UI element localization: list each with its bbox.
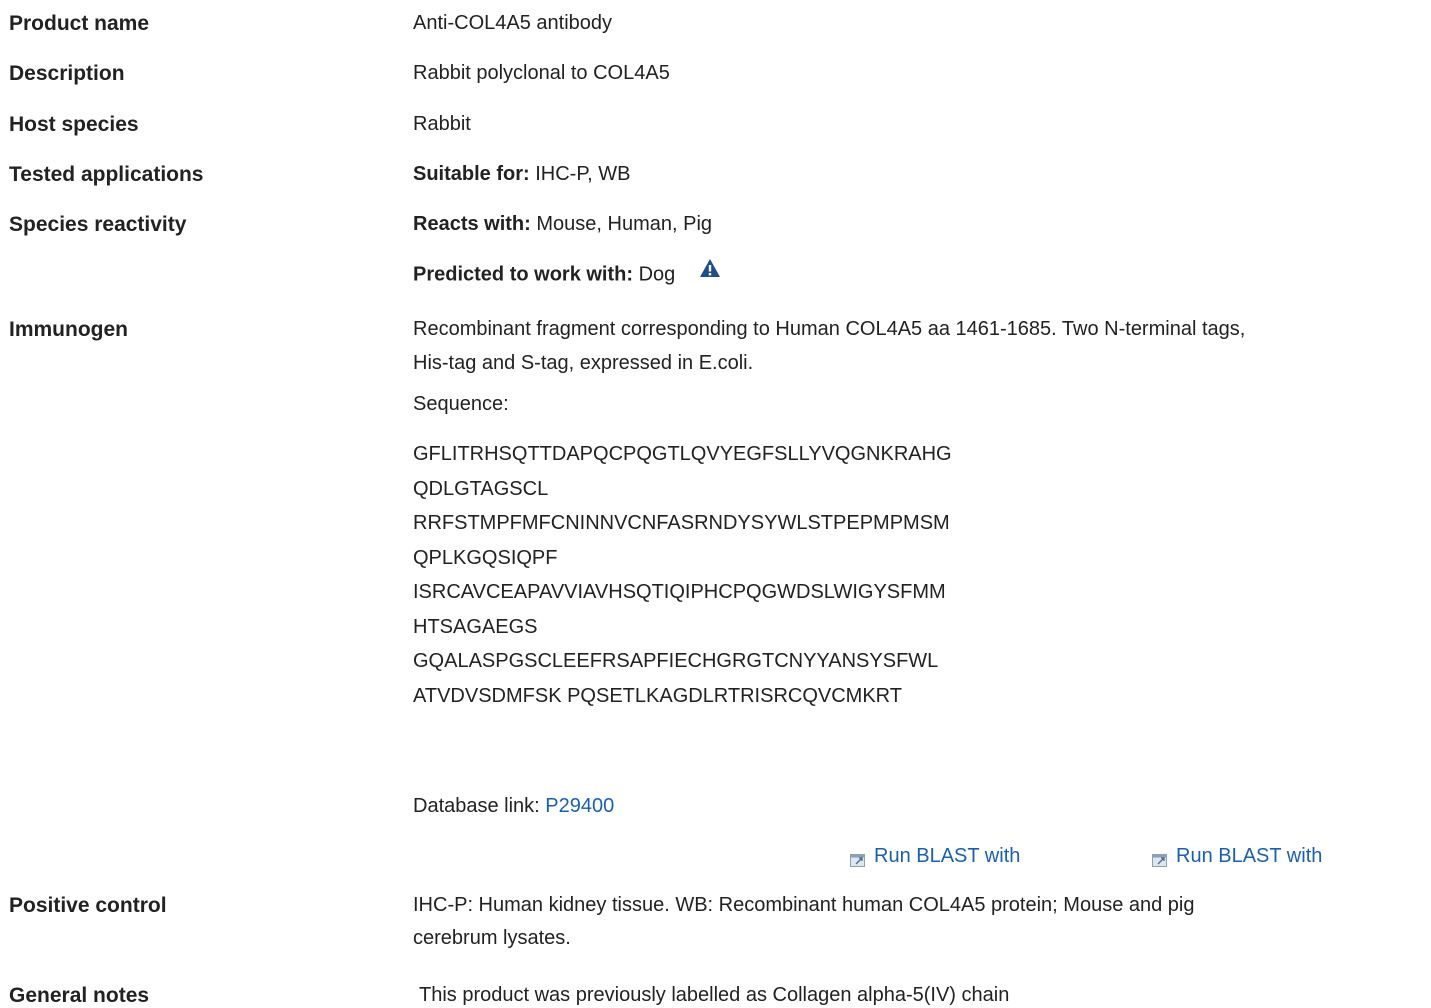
value-reacts-with: Reacts with: Mouse, Human, Pig bbox=[413, 213, 712, 236]
database-link-row: Database link: P29400 bbox=[413, 795, 614, 818]
label-immunogen: Immunogen bbox=[9, 318, 128, 341]
external-link-icon bbox=[1152, 850, 1168, 867]
external-link-icon bbox=[850, 850, 866, 867]
sequence-line: GQALASPGSCLEEFRSAPFIECHGRGTCNYYANSYSFWL bbox=[413, 650, 939, 672]
value-general-notes: This product was previously labelled as … bbox=[419, 984, 1010, 1006]
reacts-with-prefix: Reacts with: bbox=[413, 213, 531, 235]
value-description: Rabbit polyclonal to COL4A5 bbox=[413, 62, 670, 84]
sequence-line: ATVDVSDMFSK PQSETLKAGDLRTRISRCQVCMKRT bbox=[413, 684, 902, 707]
value-immunogen-line1: Recombinant fragment corresponding to Hu… bbox=[413, 318, 1246, 340]
suitable-for-prefix: Suitable for: bbox=[413, 163, 530, 185]
sequence-line: QPLKGQSIQPF bbox=[413, 546, 558, 569]
sequence-label: Sequence: bbox=[413, 393, 509, 415]
label-description: Description bbox=[9, 62, 125, 85]
value-positive-control-line2: cerebrum lysates. bbox=[413, 927, 571, 949]
value-predicted-to-work: Predicted to work with: Dog bbox=[413, 259, 721, 288]
value-immunogen-line2: His-tag and S-tag, expressed in E.coli. bbox=[413, 352, 754, 374]
database-link-prefix: Database link: bbox=[413, 795, 546, 817]
value-positive-control-line1: IHC-P: Human kidney tissue. WB: Recombin… bbox=[413, 894, 1195, 916]
warning-triangle-icon[interactable] bbox=[699, 258, 721, 284]
sequence-line: RRFSTMPFMFCNINNVCNFASRNDYSYWLSTPEPMPMSM bbox=[413, 512, 950, 534]
label-product-name: Product name bbox=[9, 12, 150, 35]
label-species-reactivity: Species reactivity bbox=[9, 213, 187, 236]
suitable-for-value: IHC-P, WB bbox=[529, 163, 631, 185]
sequence-line: GFLITRHSQTTDAPQCPQGTLQVYEGFSLLYVQGNKRAHG bbox=[413, 443, 952, 465]
sequence-block: GFLITRHSQTTDAPQCPQGTLQVYEGFSLLYVQGNKRAHG… bbox=[413, 437, 952, 713]
reacts-with-value: Mouse, Human, Pig bbox=[530, 213, 713, 235]
predicted-prefix: Predicted to work with: bbox=[413, 263, 634, 286]
value-host-species: Rabbit bbox=[413, 113, 471, 135]
label-host-species: Host species bbox=[9, 113, 139, 136]
run-blast-label: Run BLAST with bbox=[1176, 845, 1323, 867]
sequence-line: HTSAGAEGS bbox=[413, 615, 538, 638]
sequence-line: ISRCAVCEAPAVVIAVHSQTIQIPHCPQGWDSLWIGYSFM… bbox=[413, 581, 946, 603]
run-blast-label: Run BLAST with bbox=[874, 845, 1021, 867]
label-general-notes: General notes bbox=[9, 984, 150, 1007]
value-tested-applications: Suitable for: IHC-P, WB bbox=[413, 163, 630, 186]
label-positive-control: Positive control bbox=[9, 894, 167, 917]
label-tested-applications: Tested applications bbox=[9, 163, 204, 186]
run-blast-button-1[interactable]: Run BLAST with bbox=[850, 845, 1020, 868]
predicted-value: Dog bbox=[633, 263, 676, 286]
value-product-name: Anti-COL4A5 antibody bbox=[413, 12, 613, 34]
sequence-line: QDLGTAGSCL bbox=[413, 477, 549, 500]
database-link-p29400[interactable]: P29400 bbox=[545, 795, 614, 817]
run-blast-button-2[interactable]: Run BLAST with bbox=[1152, 845, 1322, 868]
